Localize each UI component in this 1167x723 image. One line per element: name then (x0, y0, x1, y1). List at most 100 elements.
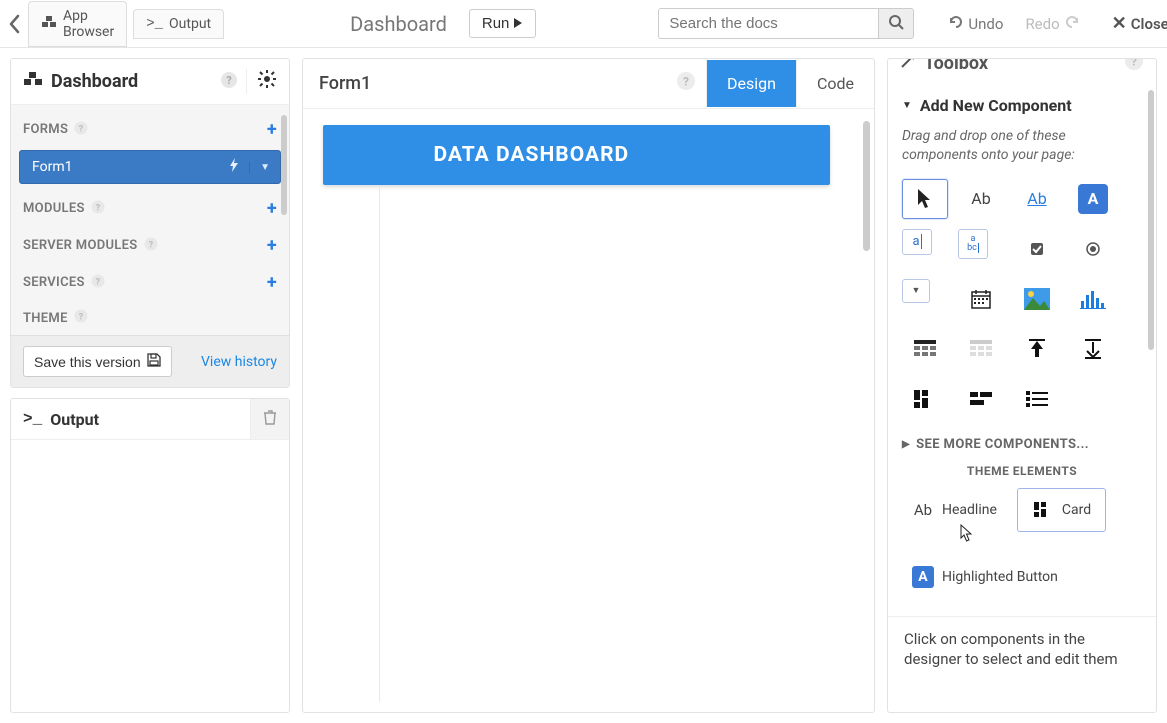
undo-button[interactable]: Undo (940, 10, 1011, 38)
trash-icon (263, 410, 277, 429)
chevron-right-icon: ▶ (902, 439, 910, 450)
comp-linearpanel[interactable] (1014, 379, 1060, 419)
comp-upload[interactable] (1014, 329, 1060, 369)
svg-text:?: ? (1131, 58, 1137, 69)
pointer-icon (916, 188, 934, 210)
dashboard-banner[interactable]: DATA DASHBOARD (323, 125, 830, 185)
run-button[interactable]: Run (469, 9, 537, 38)
help-icon[interactable]: ? (91, 274, 105, 292)
see-more-components[interactable]: ▶ SEE MORE COMPONENTS... (902, 437, 1142, 452)
scrollbar-thumb[interactable] (863, 121, 870, 251)
scrollbar-thumb[interactable] (281, 115, 287, 215)
comp-button[interactable]: A (1070, 179, 1116, 219)
cubes-icon (41, 15, 57, 33)
checkbox-icon (1030, 242, 1044, 256)
app-tree-panel: Dashboard ? FORMS ? + (10, 58, 290, 388)
help-icon[interactable]: ? (676, 71, 696, 96)
add-form-button[interactable]: + (267, 119, 277, 140)
theme-highlighted-button[interactable]: A Highlighted Button (902, 560, 1068, 594)
textarea-icon: abc (967, 235, 979, 253)
theme-highlighted-button-label: Highlighted Button (942, 569, 1058, 585)
add-component-label: Add New Component (920, 96, 1072, 115)
tree-section-modules[interactable]: MODULES ? + (19, 190, 281, 227)
back-button[interactable] (8, 6, 22, 42)
tree-section-theme[interactable]: THEME ? (19, 301, 281, 335)
help-icon[interactable]: ? (74, 121, 88, 139)
save-version-button[interactable]: Save this version (23, 346, 172, 377)
add-service-button[interactable]: + (267, 272, 277, 293)
cursor-icon (960, 524, 1156, 546)
help-icon[interactable]: ? (91, 200, 105, 218)
tab-code[interactable]: Code (796, 60, 874, 107)
comp-textbox[interactable]: a (902, 229, 932, 255)
run-label: Run (482, 15, 510, 32)
toolbox-hint: Drag and drop one of these components on… (902, 127, 1142, 165)
comp-plot[interactable] (1070, 279, 1116, 319)
designer-canvas[interactable]: DATA DASHBOARD (303, 109, 874, 712)
svg-text:?: ? (95, 277, 100, 287)
save-label: Save this version (34, 354, 141, 370)
comp-flowpanel[interactable] (958, 379, 1004, 419)
tab-design[interactable]: Design (706, 60, 796, 107)
comp-image[interactable] (1014, 279, 1060, 319)
tab-output[interactable]: >_ Output (133, 9, 224, 39)
theme-headline[interactable]: Ab Headline (902, 493, 1007, 527)
tree-section-forms[interactable]: FORMS ? + (19, 111, 281, 148)
svg-text:?: ? (226, 74, 232, 87)
help-icon[interactable]: ? (220, 71, 238, 93)
close-icon: ✕ (1112, 13, 1127, 34)
comp-columnpanel[interactable] (902, 379, 948, 419)
download-icon (1083, 339, 1103, 359)
help-icon[interactable]: ? (1124, 58, 1144, 76)
comp-download[interactable] (1070, 329, 1116, 369)
comp-textarea[interactable]: abc (958, 229, 988, 259)
scrollbar-thumb[interactable] (1148, 90, 1154, 350)
view-history-link[interactable]: View history (201, 354, 277, 370)
search-icon (888, 14, 904, 34)
close-button[interactable]: ✕ Close (1104, 9, 1167, 38)
comp-datagrid-disabled[interactable] (958, 329, 1004, 369)
link-icon: Ab (1027, 189, 1046, 208)
prompt-icon: >_ (146, 16, 163, 32)
label-icon: Ab (971, 189, 990, 208)
search-button[interactable] (878, 8, 914, 39)
tab-output-label: Output (169, 16, 211, 32)
comp-pointer[interactable] (902, 179, 948, 219)
help-icon[interactable]: ? (144, 237, 158, 255)
search-input[interactable] (658, 8, 878, 39)
section-label: THEME (23, 311, 68, 326)
tab-app-browser[interactable]: App Browser (28, 1, 127, 47)
undo-icon (948, 14, 964, 34)
calendar-icon (970, 288, 992, 310)
redo-button[interactable]: Redo (1017, 10, 1087, 38)
add-module-button[interactable]: + (267, 198, 277, 219)
floppy-icon (147, 353, 161, 370)
add-component-section[interactable]: ▼ Add New Component (902, 90, 1142, 121)
chevron-down-icon[interactable]: ▼ (249, 162, 280, 173)
output-title: Output (50, 410, 99, 429)
theme-card-label: Card (1062, 502, 1091, 518)
comp-radio[interactable] (1070, 229, 1116, 269)
comp-checkbox[interactable] (1014, 229, 1060, 269)
settings-button[interactable] (246, 69, 277, 94)
comp-dropdown[interactable]: ▼ (902, 279, 930, 303)
canvas-guideline (379, 187, 380, 702)
comp-datepicker[interactable] (958, 279, 1004, 319)
lightning-icon[interactable] (219, 158, 249, 176)
add-server-module-button[interactable]: + (267, 235, 277, 256)
tree-section-services[interactable]: SERVICES ? + (19, 264, 281, 301)
columnpanel-icon (914, 390, 936, 408)
comp-label[interactable]: Ab (958, 179, 1004, 219)
comp-link[interactable]: Ab (1014, 179, 1060, 219)
tree-item-form1[interactable]: Form1 ▼ (19, 150, 281, 184)
tree-item-label: Form1 (20, 151, 219, 183)
section-label: FORMS (23, 122, 68, 137)
svg-text:?: ? (79, 124, 84, 134)
clear-output-button[interactable] (250, 399, 289, 439)
tree-section-server-modules[interactable]: SERVER MODULES ? + (19, 227, 281, 264)
help-icon[interactable]: ? (74, 309, 88, 327)
datagrid-icon (914, 340, 936, 358)
theme-elements-title: THEME ELEMENTS (902, 464, 1142, 478)
redo-label: Redo (1025, 15, 1059, 33)
comp-datagrid[interactable] (902, 329, 948, 369)
